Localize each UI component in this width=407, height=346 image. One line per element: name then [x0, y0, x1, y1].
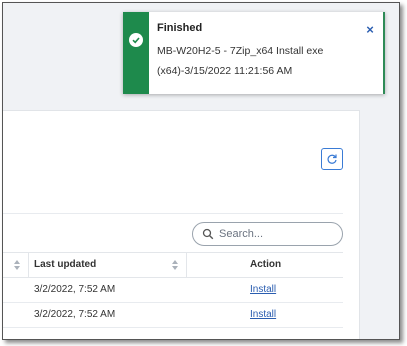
toast-status-bar — [123, 12, 149, 94]
column-divider — [28, 253, 29, 277]
search-input[interactable] — [219, 228, 329, 240]
last-updated-cell: 3/2/2022, 7:52 AM — [34, 284, 116, 295]
install-link[interactable]: Install — [250, 284, 276, 295]
refresh-icon — [327, 154, 337, 164]
install-link[interactable]: Install — [250, 309, 276, 320]
search-box[interactable] — [192, 222, 343, 246]
toast-message-line2: (x64)-3/15/2022 11:21:56 AM — [157, 65, 293, 77]
table-header: Last updated Action — [3, 252, 343, 278]
toast-body: Finished MB-W20H2-5 - 7Zip_x64 Install e… — [149, 12, 357, 94]
toast-message-line1: MB-W20H2-5 - 7Zip_x64 Install exe — [157, 45, 324, 57]
software-table: Last updated Action 3/2/2022, 7:52 AM In… — [3, 252, 343, 328]
check-circle-icon — [129, 33, 143, 47]
table-row: 3/2/2022, 7:52 AM Install — [3, 303, 343, 328]
toast-title: Finished — [157, 22, 203, 34]
sort-icon[interactable] — [13, 259, 21, 271]
section-divider — [3, 213, 343, 214]
notification-toast: Finished MB-W20H2-5 - 7Zip_x64 Install e… — [123, 12, 385, 94]
refresh-button[interactable] — [321, 148, 343, 170]
search-icon — [201, 227, 215, 241]
column-header-action: Action — [250, 259, 282, 270]
last-updated-cell: 3/2/2022, 7:52 AM — [34, 309, 116, 320]
column-header-last-updated[interactable]: Last updated — [34, 259, 96, 270]
column-divider — [186, 253, 187, 277]
table-row: 3/2/2022, 7:52 AM Install — [3, 278, 343, 303]
software-panel: Last updated Action 3/2/2022, 7:52 AM In… — [3, 110, 360, 339]
sort-icon[interactable] — [171, 259, 179, 271]
close-icon[interactable]: × — [364, 22, 376, 37]
app-window: Last updated Action 3/2/2022, 7:52 AM In… — [2, 2, 400, 340]
